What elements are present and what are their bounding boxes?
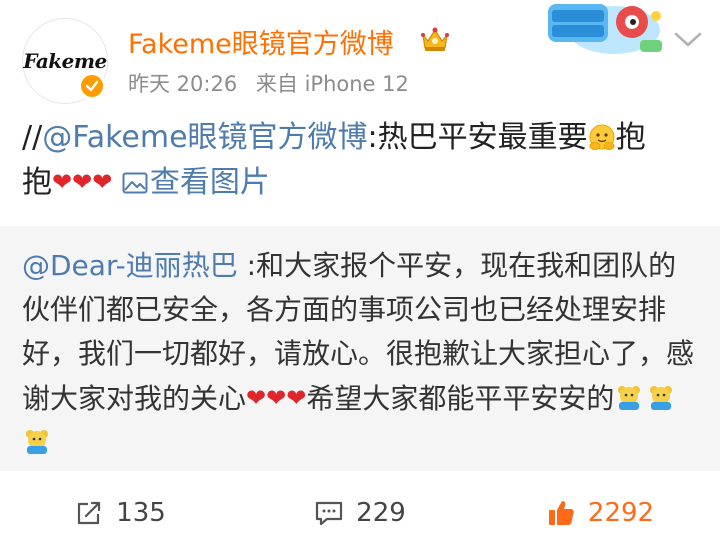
reposted-content[interactable]: @Dear-迪丽热巴 :和大家报个平安，现在我和团队的伙伴们都已安全，各方面的事… xyxy=(0,226,720,471)
comment-icon xyxy=(316,501,343,526)
comment-button[interactable]: 229 xyxy=(240,498,480,528)
avatar-logo: Fakeme xyxy=(23,49,107,73)
post-body: :热巴平安最重要 xyxy=(367,120,588,155)
bear-emoji-icon xyxy=(26,430,48,454)
post-meta: 昨天 20:26 来自 iPhone 12 xyxy=(128,68,421,98)
heart-icon: ❤ xyxy=(286,384,307,412)
post-time: 昨天 20:26 xyxy=(128,72,238,96)
repost-body-end: 希望大家都能平平安安的 xyxy=(306,382,615,415)
view-images-link[interactable]: 查看图片 xyxy=(122,165,270,200)
bear-emoji-icon xyxy=(618,386,641,410)
verified-icon xyxy=(78,72,106,100)
repost-mention-link[interactable]: @Dear-迪丽热巴 xyxy=(22,249,238,282)
heart-icon: ❤ xyxy=(92,168,113,196)
thumbs-up-icon xyxy=(548,501,574,525)
like-count: 2292 xyxy=(587,498,655,528)
repost-icon xyxy=(78,501,101,525)
heart-icon: ❤ xyxy=(266,384,287,412)
repost-text: @Dear-迪丽热巴 :和大家报个平安，现在我和团队的伙伴们都已安全，各方面的事… xyxy=(22,244,702,465)
campaign-badge[interactable] xyxy=(544,0,664,58)
bear-emoji-icon xyxy=(650,386,673,410)
post-text: //@Fakeme眼镜官方微博:热巴平安最重要 抱 抱❤❤❤ 查看图片 xyxy=(22,116,702,205)
picture-icon xyxy=(122,172,148,194)
chevron-down-icon[interactable] xyxy=(673,28,703,50)
heart-icon: ❤ xyxy=(72,168,93,196)
comment-count: 229 xyxy=(356,498,406,528)
post-header: Fakeme Fakeme眼镜官方微博 昨天 20:26 来自 iPhone 1… xyxy=(0,0,720,110)
like-button[interactable]: 2292 xyxy=(480,498,720,528)
account-name[interactable]: Fakeme眼镜官方微博 xyxy=(128,22,394,61)
post-source: 来自 iPhone 12 xyxy=(255,72,409,96)
mention-link[interactable]: @Fakeme眼镜官方微博 xyxy=(42,120,367,155)
heart-icon: ❤ xyxy=(52,168,73,196)
crown-icon xyxy=(421,27,449,51)
post-body-line2: 抱 xyxy=(22,165,52,200)
post-body-line-end: 抱 xyxy=(615,120,646,155)
hug-emoji-icon xyxy=(589,124,615,150)
post-prefix: // xyxy=(22,120,43,155)
repost-count: 135 xyxy=(116,498,166,528)
view-images-label: 查看图片 xyxy=(149,165,270,200)
action-bar: 135 229 2292 xyxy=(0,471,720,555)
repost-button[interactable]: 135 xyxy=(0,498,240,528)
heart-icon: ❤ xyxy=(246,384,267,412)
